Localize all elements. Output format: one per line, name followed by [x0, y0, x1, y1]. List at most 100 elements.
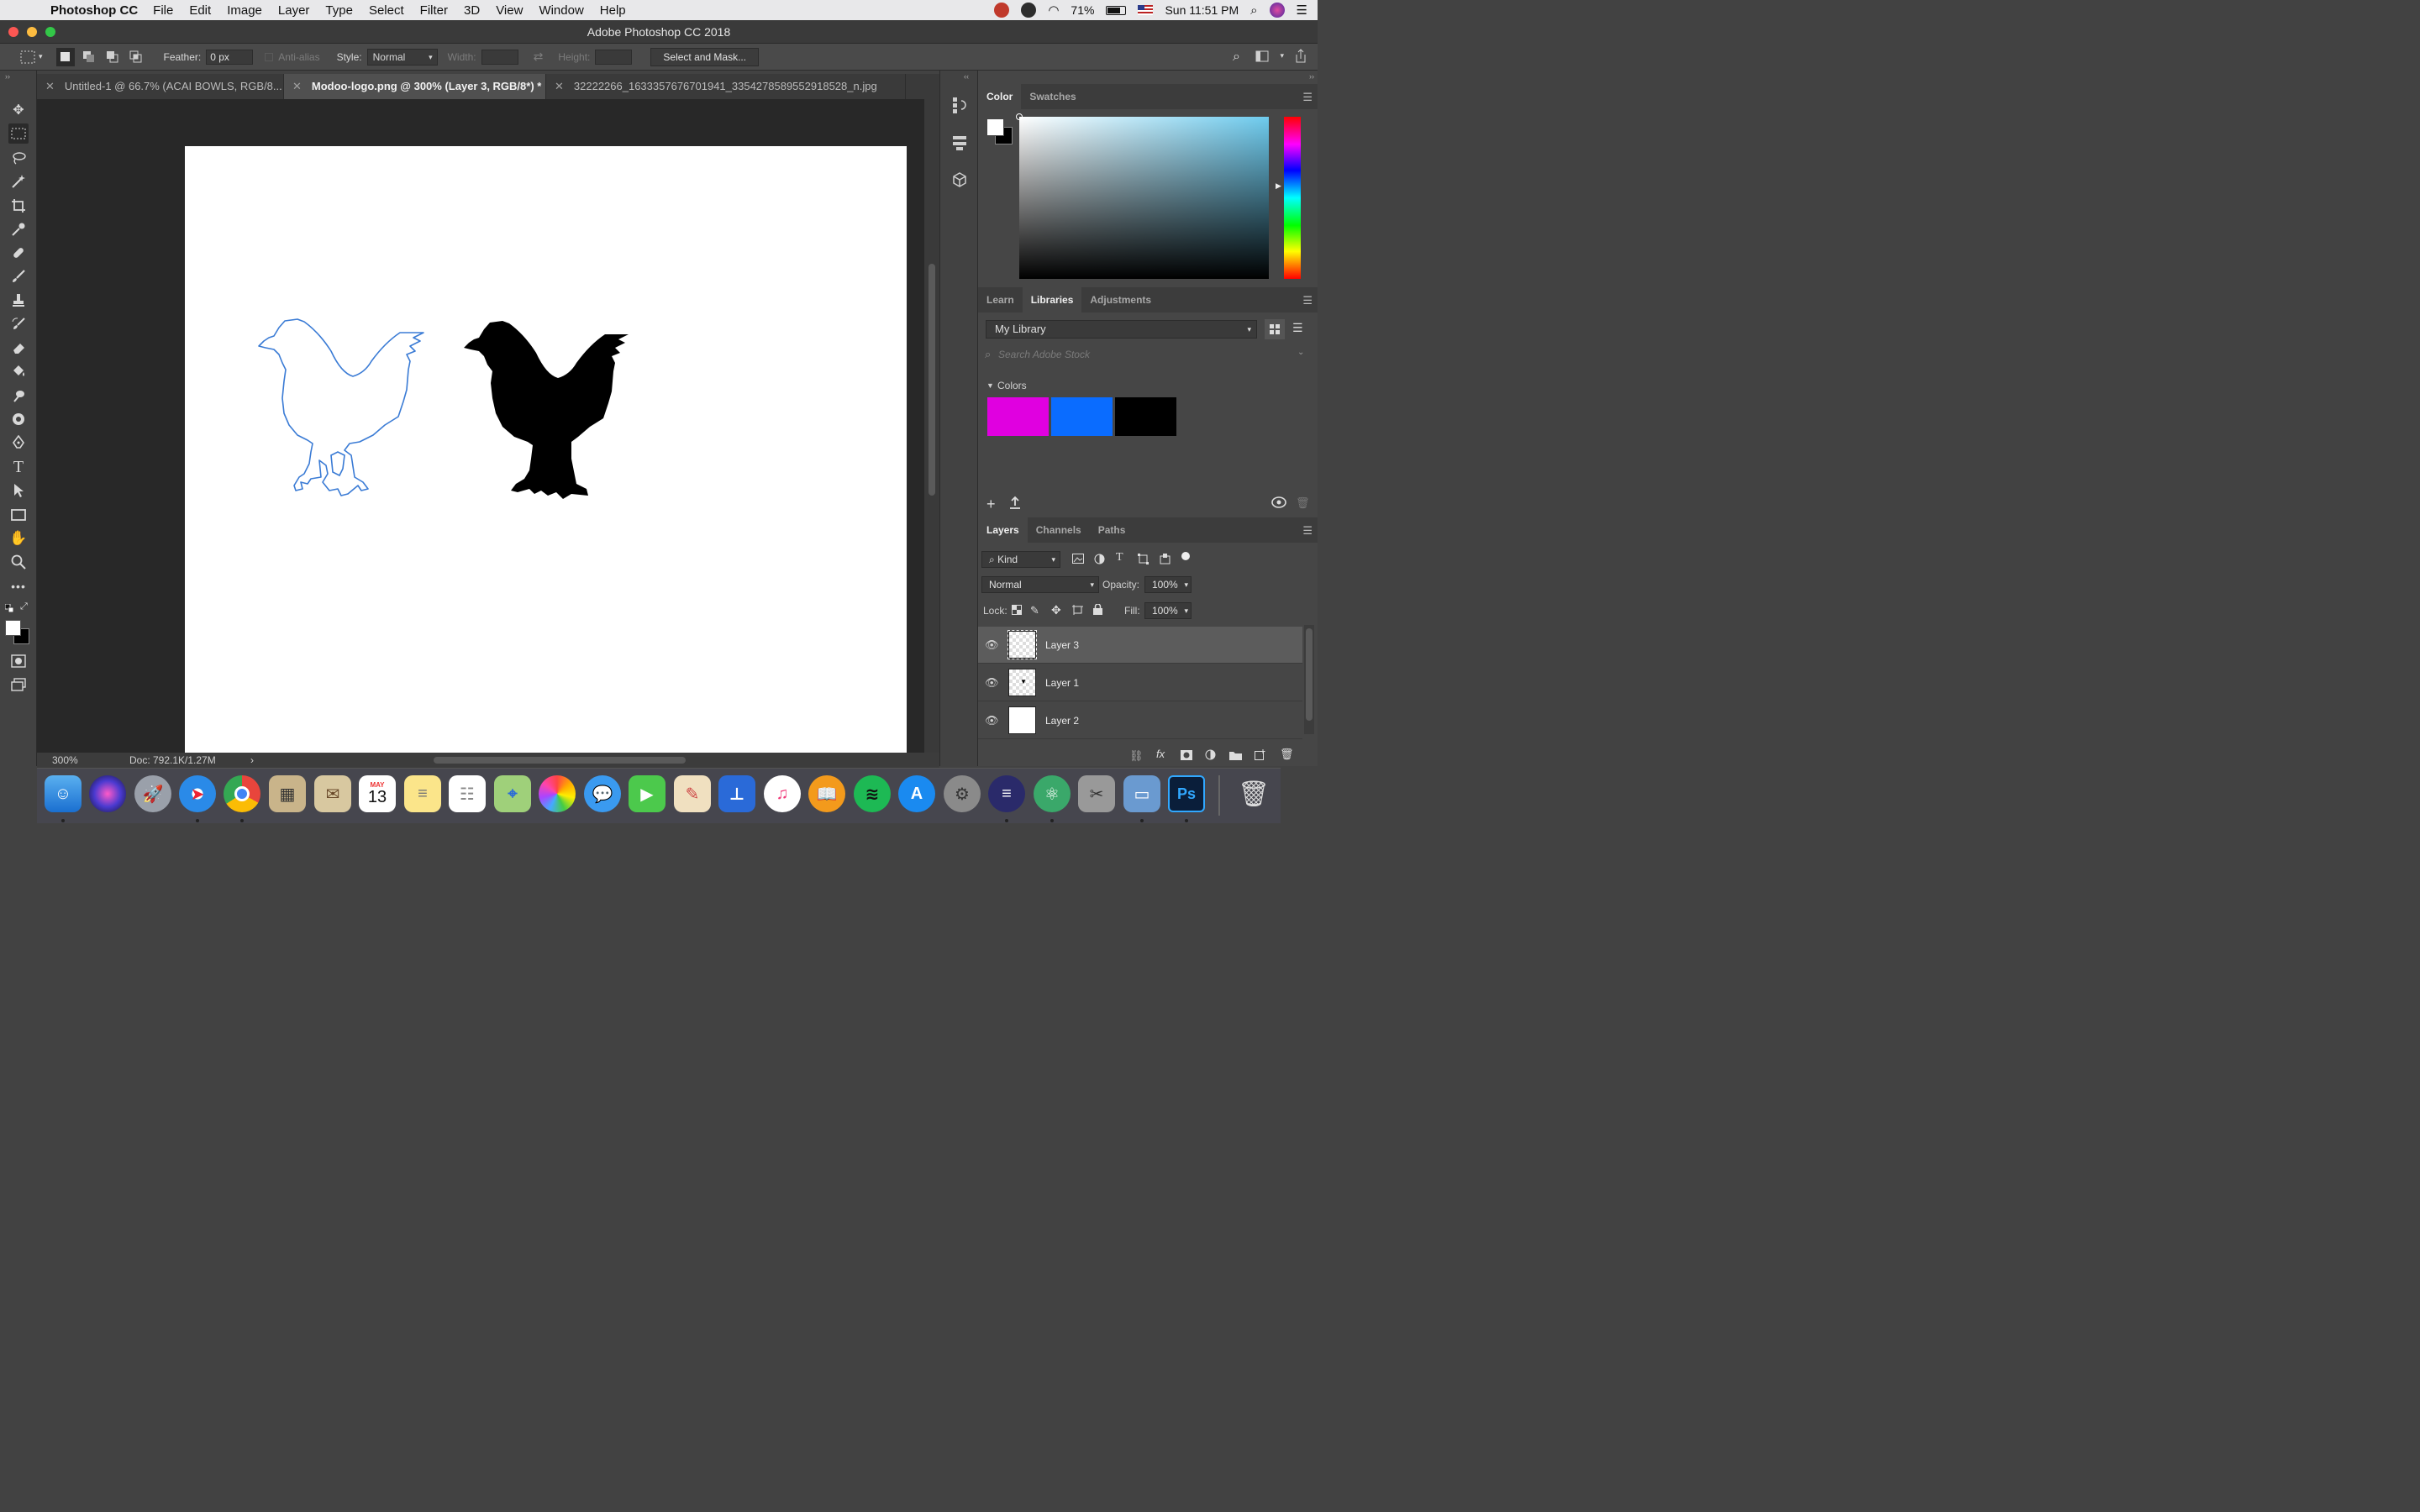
doc-tab-modoo-logo[interactable]: ✕ Modoo-logo.png @ 300% (Layer 3, RGB/8*)…	[284, 74, 546, 99]
eyedropper-tool-icon[interactable]	[8, 219, 29, 239]
flag-icon[interactable]	[1138, 5, 1154, 15]
panel-menu-icon[interactable]: ☰	[1302, 524, 1313, 538]
atom-app-icon[interactable]: ⚛	[1034, 775, 1071, 812]
crop-tool-icon[interactable]	[8, 196, 29, 216]
menu-layer[interactable]: Layer	[278, 3, 310, 18]
visibility-eye-icon[interactable]: 👁	[985, 638, 999, 652]
new-group-icon[interactable]	[1229, 750, 1242, 763]
layer-mask-icon[interactable]	[1181, 750, 1192, 763]
paint-bucket-tool-icon[interactable]	[8, 361, 29, 381]
close-tab-icon[interactable]: ✕	[45, 80, 55, 92]
document-canvas[interactable]	[185, 146, 907, 753]
lock-artboard-icon[interactable]	[1072, 605, 1083, 617]
menu-file[interactable]: File	[153, 3, 173, 18]
chevron-right-icon[interactable]: ›	[250, 754, 254, 766]
history-brush-tool-icon[interactable]	[8, 314, 29, 334]
swap-dimensions-icon[interactable]: ⇄	[534, 50, 544, 64]
menu-type[interactable]: Type	[325, 3, 353, 18]
photos-app-icon[interactable]	[539, 775, 576, 812]
calendar-app-icon[interactable]: MAY 13	[359, 775, 396, 812]
new-layer-icon[interactable]	[1255, 749, 1265, 763]
layer-name[interactable]: Layer 2	[1045, 715, 1079, 727]
facetime-app-icon[interactable]: ▶	[629, 775, 666, 812]
path-selection-tool-icon[interactable]	[8, 480, 29, 501]
eraser-tool-icon[interactable]	[8, 338, 29, 358]
tab-swatches[interactable]: Swatches	[1021, 84, 1084, 109]
anti-alias-checkbox[interactable]	[265, 52, 274, 61]
lock-all-icon[interactable]	[1093, 603, 1102, 617]
rectangle-tool-icon[interactable]	[8, 505, 29, 525]
vertical-scrollbar[interactable]	[924, 99, 939, 753]
visibility-eye-icon[interactable]: 👁	[985, 676, 999, 690]
preview-app-icon[interactable]: ▭	[1123, 775, 1160, 812]
new-selection-icon[interactable]	[55, 47, 75, 66]
clock[interactable]: Sun 11:51 PM	[1165, 3, 1239, 17]
lasso-tool-icon[interactable]	[8, 148, 29, 168]
zoom-window-button[interactable]	[45, 27, 55, 37]
panel-menu-icon[interactable]: ☰	[1302, 294, 1313, 307]
foreground-color-swatch[interactable]	[5, 620, 21, 636]
siri-icon[interactable]	[1269, 3, 1285, 18]
chevron-down-icon[interactable]: ⌄	[1297, 348, 1304, 357]
mail-app-icon[interactable]: ✉	[314, 775, 351, 812]
trash-app-icon[interactable]: 🗑	[1235, 775, 1272, 812]
hue-slider[interactable]	[1284, 117, 1301, 279]
menu-help[interactable]: Help	[600, 3, 626, 18]
filter-type-icon[interactable]: T	[1116, 551, 1123, 564]
brush-tool-icon[interactable]	[8, 266, 29, 286]
chevron-down-icon[interactable]: ▾	[1280, 51, 1284, 60]
select-and-mask-button[interactable]: Select and Mask...	[650, 47, 760, 66]
reminders-app-icon[interactable]: ☷	[449, 775, 486, 812]
upload-icon[interactable]	[1009, 496, 1021, 512]
menu-select[interactable]: Select	[369, 3, 404, 18]
smudge-tool-icon[interactable]	[8, 386, 29, 406]
ibooks-app-icon[interactable]: 📖	[808, 775, 845, 812]
collapse-panel-icon[interactable]: ››	[1309, 72, 1314, 81]
finder-app-icon[interactable]: ☺	[45, 775, 82, 812]
default-colors-icon[interactable]	[4, 603, 14, 613]
tab-color[interactable]: Color	[978, 84, 1022, 109]
minimize-window-button[interactable]	[27, 27, 37, 37]
library-color-blue[interactable]	[1051, 397, 1113, 436]
move-tool-icon[interactable]: ✥	[8, 100, 29, 120]
trash-icon[interactable]: 🗑	[1296, 496, 1310, 510]
close-tab-icon[interactable]: ✕	[292, 80, 302, 92]
layer-row[interactable]: 👁 Layer 2	[978, 702, 1302, 739]
color-spectrum-field[interactable]	[1016, 113, 1269, 279]
layer-row[interactable]: 👁 Layer 3	[978, 627, 1302, 664]
marquee-preset-icon[interactable]	[18, 48, 37, 66]
style-select[interactable]: Normal ▾	[366, 48, 438, 66]
notes-app-icon[interactable]: ≡	[404, 775, 441, 812]
panel-menu-icon[interactable]: ☰	[1302, 91, 1313, 104]
grid-view-icon[interactable]	[1265, 319, 1285, 339]
tab-adjustments[interactable]: Adjustments	[1081, 287, 1160, 312]
chevron-down-icon[interactable]: ▾	[39, 52, 43, 61]
spotify-app-icon[interactable]: ≋	[854, 775, 891, 812]
blend-mode-select[interactable]: Normal ▾	[981, 576, 1099, 593]
opacity-input[interactable]: 100% ▾	[1144, 576, 1192, 593]
itunes-app-icon[interactable]: ♫	[764, 775, 801, 812]
tab-channels[interactable]: Channels	[1028, 517, 1090, 543]
intersect-selection-icon[interactable]	[127, 48, 145, 66]
system-preferences-app-icon[interactable]: ⚙	[944, 775, 981, 812]
list-view-icon[interactable]: ☰	[1292, 321, 1303, 335]
menu-3d[interactable]: 3D	[464, 3, 480, 18]
healing-brush-tool-icon[interactable]	[8, 243, 29, 263]
history-panel-icon[interactable]	[951, 96, 968, 113]
app-store-app-icon[interactable]: A	[898, 775, 935, 812]
properties-panel-icon[interactable]	[951, 134, 968, 151]
quick-mask-icon[interactable]	[8, 651, 29, 671]
share-icon[interactable]	[1294, 49, 1307, 66]
type-tool-icon[interactable]: T	[8, 457, 29, 477]
height-input[interactable]	[595, 49, 633, 65]
wifi-icon[interactable]: ◠	[1048, 3, 1059, 18]
stripes-app-icon[interactable]: ≡	[988, 775, 1025, 812]
library-select[interactable]: My Library ▾	[986, 320, 1257, 339]
calculator-app-icon[interactable]: ▦	[269, 775, 306, 812]
clone-stamp-tool-icon[interactable]	[8, 291, 29, 311]
tab-libraries[interactable]: Libraries	[1022, 287, 1082, 312]
creative-cloud-icon[interactable]	[1271, 496, 1286, 511]
layer-thumbnail[interactable]: ▼	[1008, 669, 1036, 696]
add-icon[interactable]: +	[986, 496, 996, 513]
collapse-panel-icon[interactable]: ››	[5, 72, 10, 81]
